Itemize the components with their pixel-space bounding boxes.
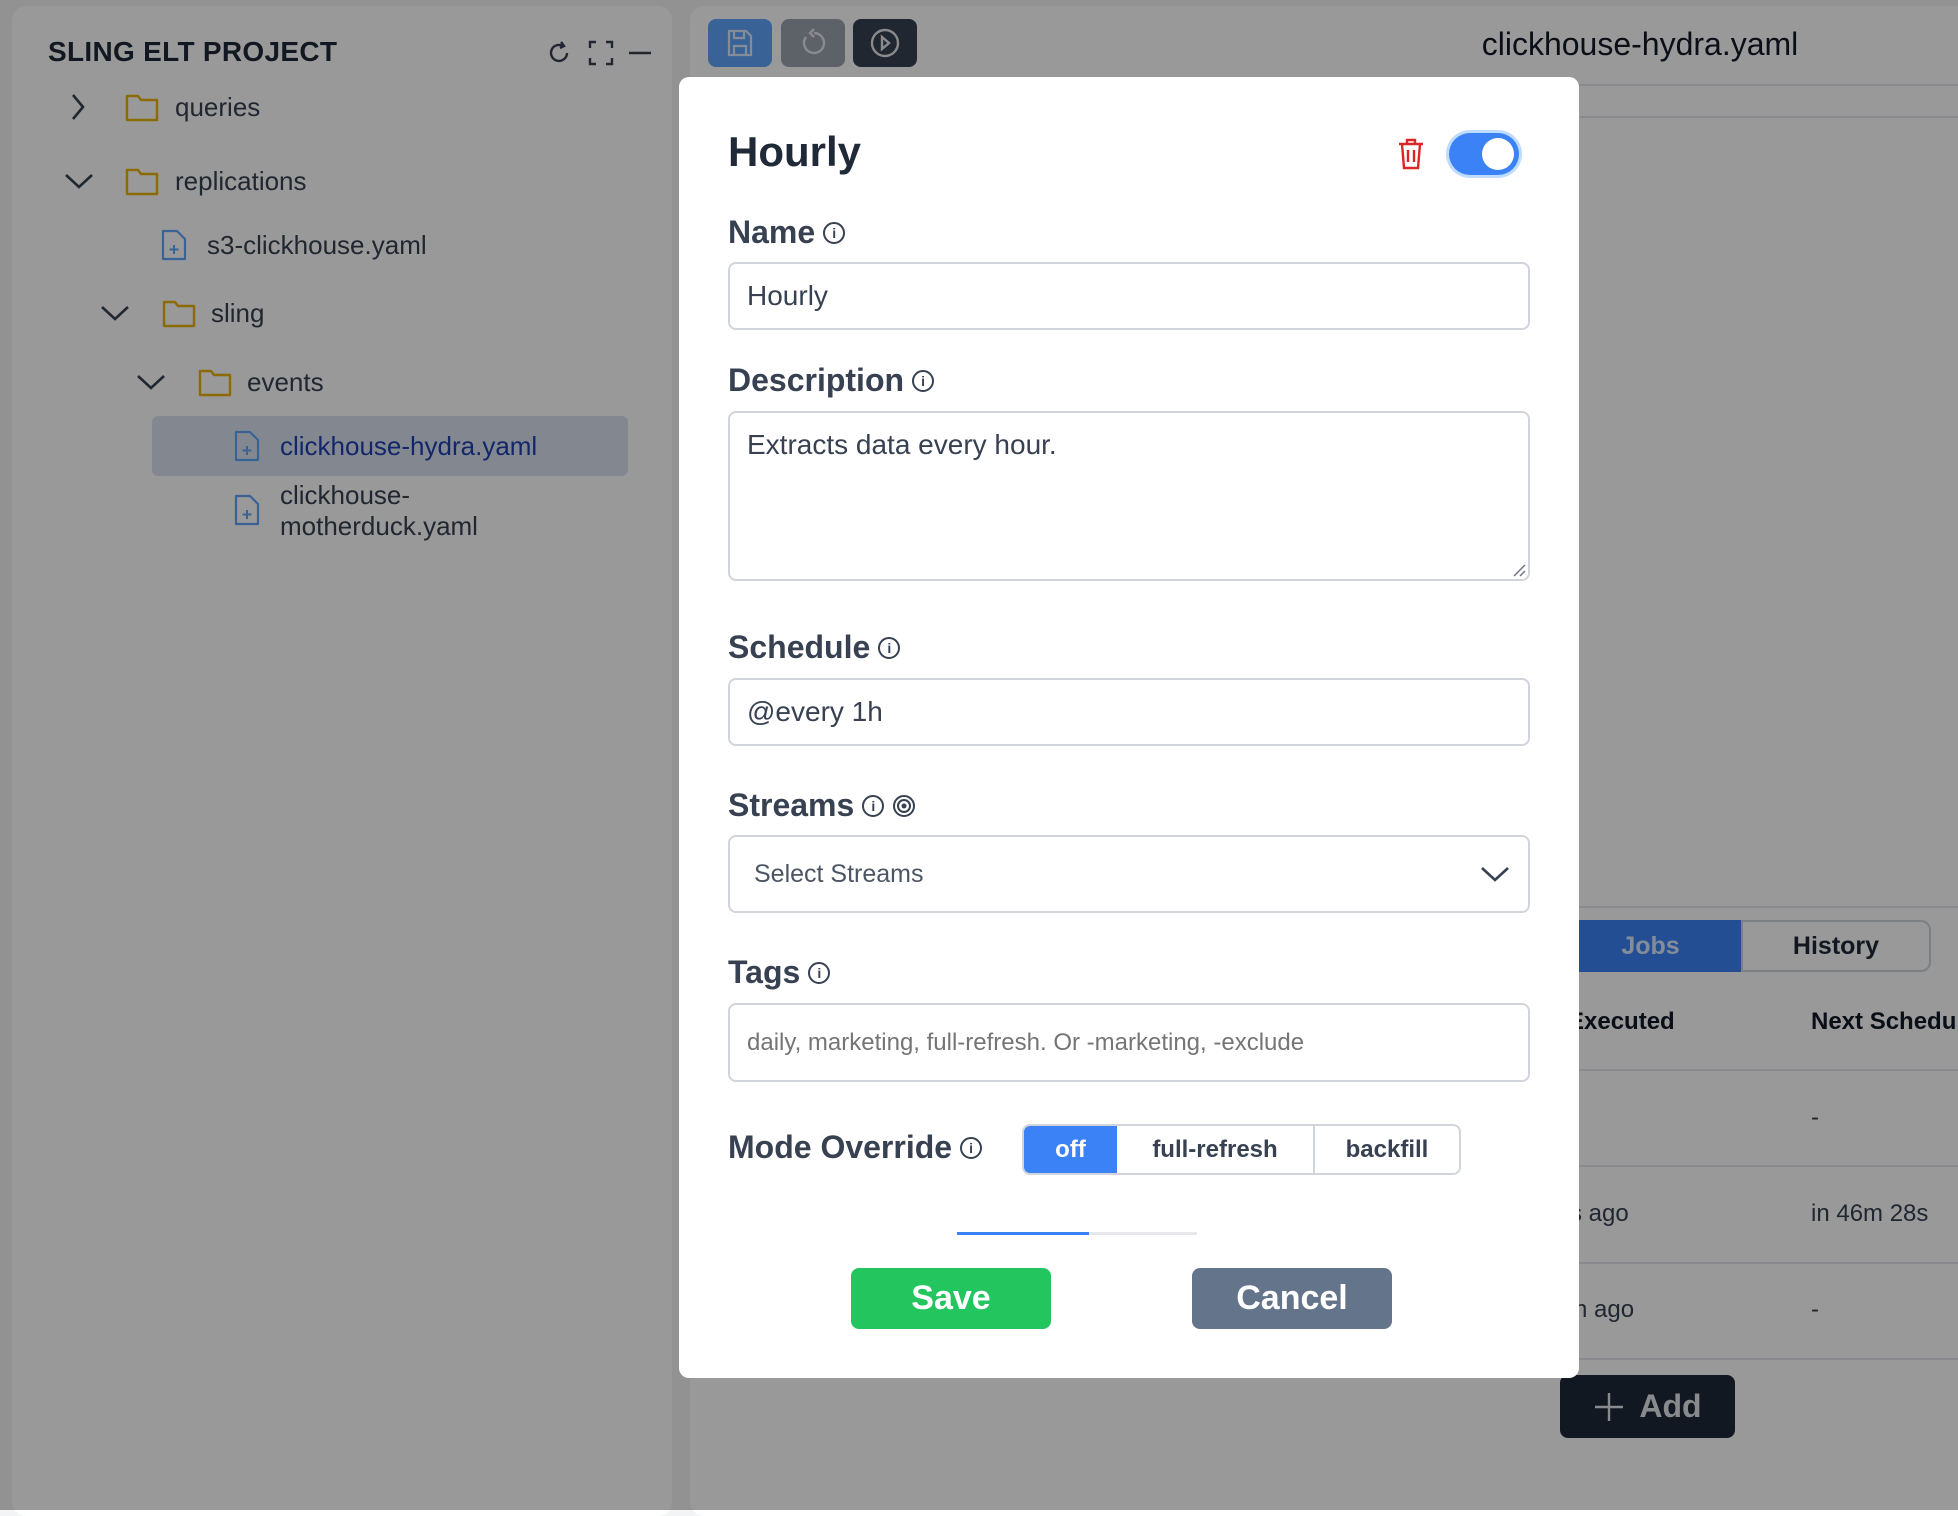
enabled-toggle[interactable] — [1449, 133, 1519, 175]
info-icon[interactable]: i — [878, 636, 901, 659]
mode-option-backfill[interactable]: backfill — [1315, 1126, 1459, 1173]
chevron-down-icon — [1481, 867, 1509, 882]
mode-override-label: Mode Override i — [728, 1129, 983, 1166]
name-input[interactable]: Hourly — [728, 262, 1530, 330]
target-icon[interactable] — [892, 794, 916, 818]
toggle-knob — [1482, 138, 1514, 170]
label-text: Tags — [728, 954, 801, 990]
resize-handle-icon[interactable] — [1512, 563, 1526, 577]
label-text: Schedule — [728, 629, 871, 665]
modal-title: Hourly — [728, 128, 862, 175]
description-textarea[interactable]: Extracts data every hour. — [728, 411, 1530, 581]
trash-icon[interactable] — [1396, 137, 1426, 171]
label-text: Description — [728, 362, 905, 398]
info-icon[interactable]: i — [862, 794, 885, 817]
label-text: Streams — [728, 787, 855, 823]
cancel-button[interactable]: Cancel — [1192, 1268, 1392, 1329]
mode-option-full-refresh[interactable]: full-refresh — [1117, 1126, 1315, 1173]
tags-input[interactable] — [728, 1003, 1530, 1082]
label-text: Mode Override — [728, 1129, 953, 1165]
info-icon[interactable]: i — [960, 1136, 983, 1159]
streams-select[interactable]: Select Streams — [728, 835, 1530, 913]
streams-placeholder: Select Streams — [754, 859, 924, 888]
tags-label: Tags i — [728, 954, 831, 991]
mode-option-off[interactable]: off — [1024, 1126, 1117, 1173]
name-label: Name i — [728, 214, 846, 251]
scroll-indicator-fill — [957, 1232, 1089, 1235]
info-icon[interactable]: i — [823, 221, 846, 244]
label-text: Name — [728, 214, 816, 250]
scroll-indicator — [957, 1232, 1197, 1235]
info-icon[interactable]: i — [808, 961, 831, 984]
schedule-input[interactable]: @every 1h — [728, 678, 1530, 746]
info-icon[interactable]: i — [912, 369, 935, 392]
schedule-label: Schedule i — [728, 629, 901, 666]
streams-label: Streams i — [728, 787, 916, 824]
save-button[interactable]: Save — [851, 1268, 1051, 1329]
mode-override-segmented: off full-refresh backfill — [1022, 1124, 1461, 1175]
description-label: Description i — [728, 362, 935, 399]
